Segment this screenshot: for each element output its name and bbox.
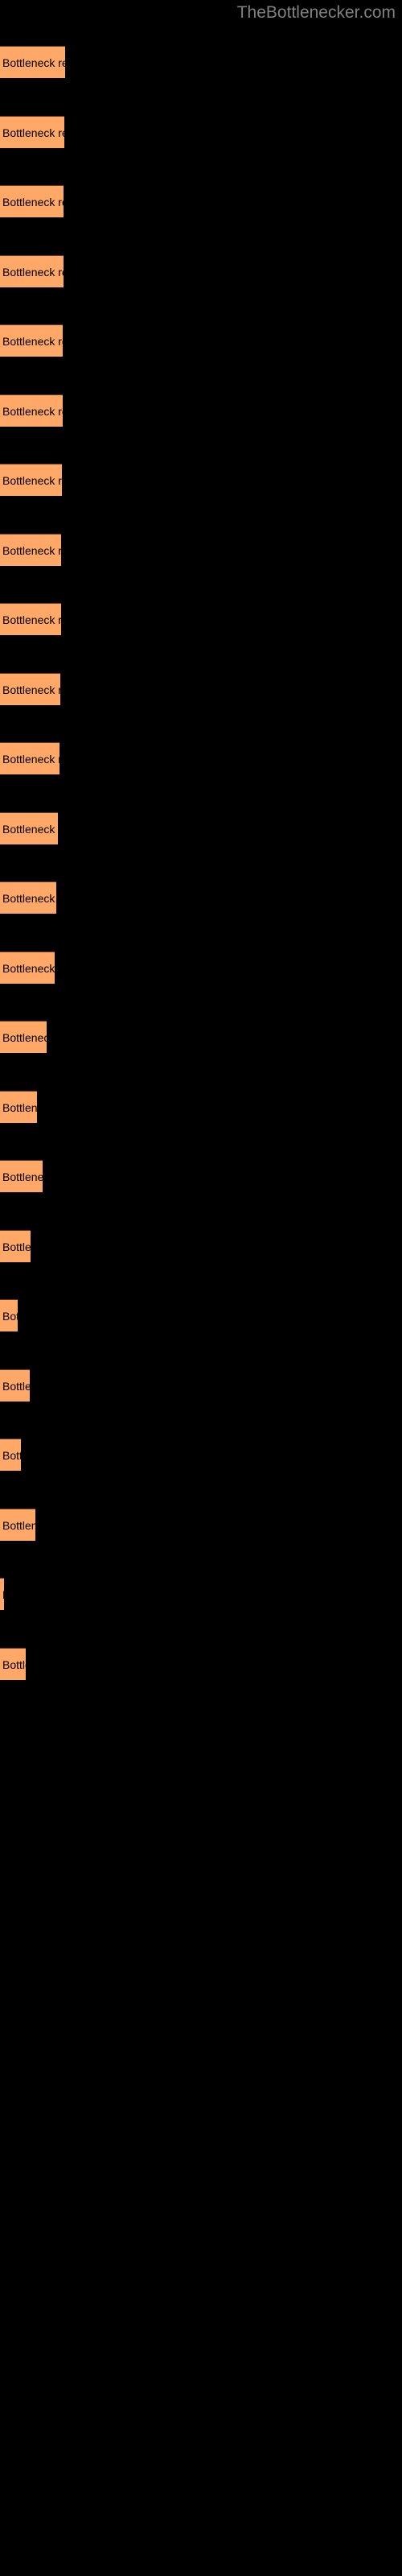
bar: Bottleneck result — [0, 1229, 31, 1262]
bar: Bottleneck result — [0, 1647, 26, 1680]
bar-label: Bottleneck result — [2, 543, 61, 557]
bar: Bottleneck result — [0, 115, 64, 148]
bar: Bottleneck result — [0, 1508, 35, 1541]
bar: Bottleneck result — [0, 1299, 18, 1331]
bar: Bottleneck result — [0, 881, 56, 914]
bar-label: Bottleneck result — [2, 1518, 35, 1532]
bar: Bottleneck result — [0, 951, 55, 984]
bar: Bottleneck result — [0, 672, 60, 705]
bar: Bottleneck result — [0, 254, 64, 287]
bar-label: Bottleneck result — [2, 961, 55, 975]
bar: Bottleneck result — [0, 1021, 47, 1053]
bar: Bottleneck result — [0, 1368, 30, 1402]
bar-label: Bottleneck result — [2, 265, 64, 279]
bar-label: Bottleneck result — [2, 1100, 37, 1114]
bar: Bottleneck result — [0, 811, 58, 844]
bar: Bottleneck result — [0, 464, 62, 496]
bar-label: Bottleneck result — [2, 1379, 30, 1393]
bar: Bottleneck result — [0, 1160, 43, 1192]
bar-label: Bottleneck result — [2, 126, 64, 139]
bar: Bottleneck result — [0, 324, 63, 357]
bar: Bottleneck result — [0, 603, 61, 635]
bar-label: Bottleneck result — [2, 892, 56, 905]
bar: Bottleneck result — [0, 1439, 21, 1471]
bar: Bottleneck result — [0, 533, 61, 566]
bar-label: Bottleneck result — [2, 56, 65, 69]
bar-label: Bottleneck result — [2, 335, 63, 348]
bar: Bottleneck result — [0, 1578, 4, 1610]
bar-label: Bottleneck result — [2, 474, 62, 487]
bar-label: Bottleneck result — [2, 1449, 21, 1462]
bar-label: Bottleneck result — [2, 1657, 26, 1671]
bar-label: Bottleneck result — [2, 753, 59, 766]
bar-label: Bottleneck result — [2, 1170, 43, 1183]
bar: Bottleneck result — [0, 742, 59, 774]
bottleneck-bar-chart: Bottleneck result Bottleneck result Bottle… — [0, 0, 402, 2576]
bar-label: Bottleneck result — [2, 1579, 4, 1610]
bar-label: Bottleneck result — [2, 683, 60, 696]
bar-label: Bottleneck result — [2, 613, 61, 626]
bar-label: Bottleneck result — [2, 196, 64, 208]
bar-label: Bottleneck result — [2, 822, 58, 836]
bar: Bottleneck result — [0, 394, 63, 427]
bar: Bottleneck result — [0, 185, 64, 217]
bar: Bottleneck result — [0, 46, 65, 78]
bar-label: Bottleneck result — [2, 1031, 47, 1044]
bar-label: Bottleneck result — [2, 1310, 18, 1323]
bar-label: Bottleneck result — [2, 404, 63, 418]
bar-label: Bottleneck result — [2, 1240, 31, 1253]
bar: Bottleneck result — [0, 1090, 37, 1123]
